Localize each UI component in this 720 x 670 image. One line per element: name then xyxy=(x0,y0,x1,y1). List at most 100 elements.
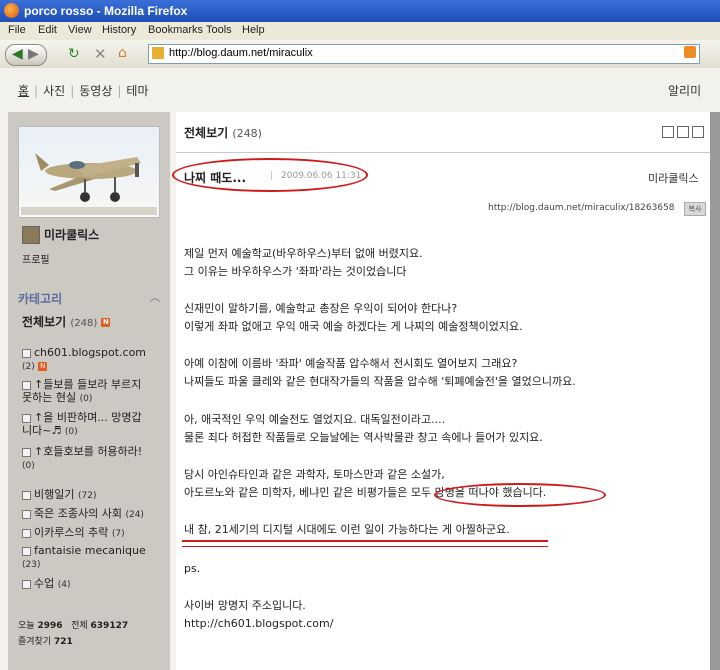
category-label: ↑을 비판하며... 망명갑 xyxy=(34,411,142,424)
new-badge-icon: N xyxy=(38,361,48,371)
visitor-stats: 오늘 2996 전체 639127 즐겨찾기 721 xyxy=(18,618,128,650)
category-item[interactable]: 수업 (4) xyxy=(22,577,71,592)
divider xyxy=(176,152,710,153)
menu-view[interactable]: View xyxy=(68,24,92,36)
scrollbar[interactable] xyxy=(710,112,720,670)
post-line: 나찌들도 파울 클레와 같은 현대작가들의 작품을 압수해 '퇴폐예술전'을 열… xyxy=(184,375,576,388)
summary-view-icon[interactable] xyxy=(677,126,689,138)
category-bullet-icon xyxy=(22,413,31,423)
nav-home[interactable]: 홈 xyxy=(18,84,29,98)
avatar xyxy=(22,226,40,244)
menu-bar: File Edit View History Bookmarks Tools H… xyxy=(0,22,720,40)
window-titlebar: porco rosso - Mozilla Firefox xyxy=(0,0,720,22)
stat-total-label: 전체 xyxy=(71,621,88,631)
menu-tools[interactable]: Tools xyxy=(206,24,232,36)
red-underline-annotation xyxy=(182,540,548,542)
category-bullet-icon xyxy=(22,490,31,500)
category-bullet-icon xyxy=(22,447,31,457)
stat-total: 639127 xyxy=(90,621,129,631)
category-count: (72) xyxy=(77,491,97,501)
post-line: 물론 죄다 허접한 작품들로 오늘날에는 역사박물관 창고 속에나 들어가 있지… xyxy=(184,431,543,444)
content-count: (248) xyxy=(232,127,262,140)
stop-icon[interactable]: ✕ xyxy=(94,45,107,65)
page-title: 전체보기 (248) xyxy=(184,124,262,141)
nav-videos[interactable]: 동영상 xyxy=(79,84,112,98)
category-item[interactable]: ↑들보를 들보라 부르지 못하는 현실 (0) xyxy=(22,378,141,406)
category-item[interactable]: 죽은 조종사의 사회 (24) xyxy=(22,507,144,522)
category-item[interactable]: ch601.blogspot.com (2) N xyxy=(22,346,146,374)
back-forward-buttons[interactable]: ◀ ▶ xyxy=(5,44,47,66)
category-count: (24) xyxy=(125,510,144,520)
stat-fav: 721 xyxy=(54,637,73,647)
category-label: 수업 xyxy=(34,577,55,590)
category-item[interactable]: 비행일기 (72) xyxy=(22,488,96,503)
category-bullet-icon xyxy=(22,348,31,358)
new-badge-icon: N xyxy=(101,318,111,327)
category-bullet-icon xyxy=(22,528,31,538)
category-label: 이카루스의 추락 xyxy=(34,526,109,539)
nav-photos[interactable]: 사진 xyxy=(43,84,65,98)
post-paragraph: 신재민이 말하기를, 예술학교 총장은 우익이 되어야 한다나? 이렇게 좌파 … xyxy=(184,300,523,336)
category-bullet-icon xyxy=(22,380,31,390)
menu-history[interactable]: History xyxy=(102,24,136,36)
address-text[interactable]: http://blog.daum.net/miraculix xyxy=(169,47,313,59)
category-bullet-icon xyxy=(22,579,31,589)
post-paragraph: ps. xyxy=(184,560,200,578)
home-icon[interactable]: ⌂ xyxy=(118,45,127,65)
category-label: ch601.blogspot.com xyxy=(34,346,147,359)
category-label-cont: 못하는 현실 xyxy=(22,391,77,404)
post-line: 당시 아인슈타인과 같은 과학자, 토마스만과 같은 소설가, xyxy=(184,468,445,481)
category-count: (2) xyxy=(22,362,35,372)
category-item[interactable]: fantaisie mecanique (23) xyxy=(22,544,146,572)
category-label: ↑호들호보를 허용하라! xyxy=(34,445,143,458)
stat-fav-label: 즐겨찾기 xyxy=(18,637,52,647)
category-label: 죽은 조종사의 사회 xyxy=(34,507,122,520)
category-count: (7) xyxy=(111,529,125,539)
post-line: ps. xyxy=(184,562,201,575)
category-count: (0) xyxy=(64,427,78,437)
forward-arrow-icon[interactable]: ▶ xyxy=(28,46,39,62)
post-line: 그 이유는 바우하우스가 '좌파'라는 것이었습니다 xyxy=(184,265,407,278)
back-arrow-icon[interactable]: ◀ xyxy=(12,46,23,62)
post-line: 아예 이참에 이름바 '좌파' 예술작품 압수해서 전시회도 열어보지 그래요? xyxy=(184,357,518,370)
post-author[interactable]: 미라쿨릭스 xyxy=(648,170,699,186)
notifications-link[interactable]: 알리미 xyxy=(668,82,701,99)
nav-theme[interactable]: 테마 xyxy=(126,84,148,98)
stat-today-label: 오늘 xyxy=(18,621,35,631)
address-bar[interactable]: http://blog.daum.net/miraculix xyxy=(148,44,700,64)
category-item[interactable]: ↑을 비판하며... 망명갑 니다~♬ (0) xyxy=(22,411,142,439)
category-item[interactable]: ↑호들호보를 허용하라! (0) xyxy=(22,445,142,473)
menu-edit[interactable]: Edit xyxy=(38,24,57,36)
post-paragraph: 아예 이참에 이름바 '좌파' 예술작품 압수해서 전시회도 열어보지 그래요?… xyxy=(184,355,576,391)
all-view-label: 전체보기 xyxy=(22,315,67,329)
red-circle-annotation xyxy=(172,158,368,192)
grid-view-icon[interactable] xyxy=(692,126,704,138)
post-content-area xyxy=(176,112,710,670)
post-paragraph: 아, 애국적인 우익 예술전도 열었지요. 대독일전이라고.... 물론 죄다 … xyxy=(184,411,543,447)
post-paragraph: 제일 먼저 예술학교(바우하우스)부터 없애 버렸지요. 그 이유는 바우하우스… xyxy=(184,245,423,281)
content-heading: 전체보기 xyxy=(184,126,229,140)
profile-name[interactable]: 미라쿨릭스 xyxy=(44,226,99,243)
category-heading: 카테고리 xyxy=(18,292,63,306)
firefox-icon xyxy=(4,3,19,18)
reload-icon[interactable]: ↻ xyxy=(68,46,80,66)
post-line: 아, 애국적인 우익 예술전도 열었지요. 대독일전이라고.... xyxy=(184,413,446,426)
menu-file[interactable]: File xyxy=(8,24,26,36)
category-item[interactable]: 이카루스의 추락 (7) xyxy=(22,526,125,541)
list-view-icon[interactable] xyxy=(662,126,674,138)
post-link[interactable]: http://ch601.blogspot.com/ xyxy=(184,615,333,633)
profile-airplane-image xyxy=(18,126,160,218)
menu-bookmarks[interactable]: Bookmarks xyxy=(148,24,203,36)
category-label: fantaisie mecanique xyxy=(34,544,146,557)
copy-badge[interactable]: 복사 xyxy=(684,202,706,216)
profile-link[interactable]: 프로필 xyxy=(22,251,50,266)
post-permalink[interactable]: http://blog.daum.net/miraculix/18263658 xyxy=(488,203,675,213)
category-count: (23) xyxy=(22,560,41,570)
category-all-view[interactable]: 전체보기 (248) N xyxy=(22,313,111,330)
collapse-icon[interactable]: ︿ xyxy=(150,289,160,304)
red-circle-annotation xyxy=(434,483,606,507)
post-line: 사이버 망명지 주소입니다. xyxy=(184,599,306,612)
menu-help[interactable]: Help xyxy=(242,24,265,36)
rss-feed-icon[interactable] xyxy=(684,46,696,58)
post-line: 이렇게 좌파 없애고 우익 애국 예술 하겠다는 게 나찌의 예술정책이었지요. xyxy=(184,320,523,333)
